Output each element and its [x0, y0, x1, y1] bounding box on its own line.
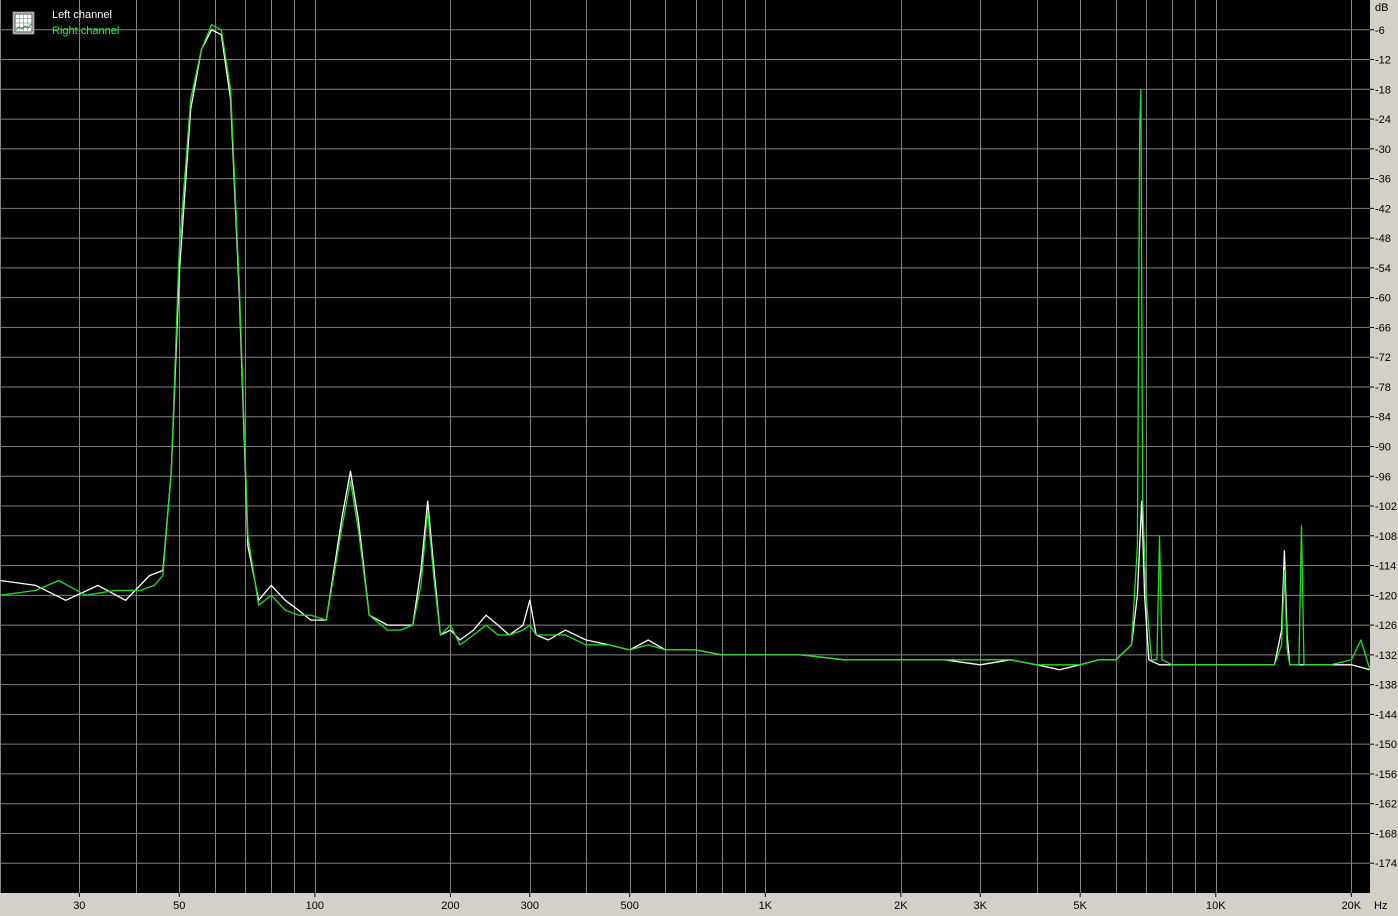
y-tick-label: -48 — [1375, 233, 1391, 245]
y-tick-label: -168 — [1375, 828, 1397, 840]
y-tick-label: -54 — [1375, 263, 1391, 275]
y-tick-label: -78 — [1375, 382, 1391, 394]
y-tick-label: -90 — [1375, 442, 1391, 454]
y-tick-label: -162 — [1375, 799, 1397, 811]
y-tick-label: -144 — [1375, 709, 1397, 721]
x-axis: 30 50 100 200 300 500 1K 2K 3K 5K 10K 20K — [73, 893, 1362, 912]
y-tick-label: -156 — [1375, 769, 1397, 781]
legend-right-channel: Right channel — [52, 25, 119, 37]
x-tick-label: 50 — [173, 900, 185, 912]
y-tick-label: -6 — [1375, 25, 1385, 37]
y-tick-label: -120 — [1375, 590, 1397, 602]
y-tick-label: -24 — [1375, 114, 1391, 126]
spectrum-chart: -6 -12 -18 -24 -30 -36 -42 -48 -54 -60 -66 -72 -78 -8… — [0, 0, 1397, 912]
y-tick-label: -174 — [1375, 858, 1397, 870]
x-tick-label: 5K — [1073, 900, 1087, 912]
x-axis-unit: Hz — [1374, 900, 1387, 912]
y-tick-label: -114 — [1375, 561, 1396, 573]
y-tick-label: -84 — [1375, 412, 1391, 424]
y-tick-label: -102 — [1375, 501, 1397, 513]
y-tick-label: -132 — [1375, 650, 1397, 662]
y-tick-label: -108 — [1375, 531, 1397, 543]
y-tick-label: -150 — [1375, 739, 1397, 751]
y-tick-label: -30 — [1375, 144, 1391, 156]
x-tick-label: 30 — [73, 900, 85, 912]
y-tick-label: -36 — [1375, 174, 1391, 186]
y-tick-label: -72 — [1375, 352, 1391, 364]
x-tick-label: 100 — [306, 900, 324, 912]
y-tick-label: -18 — [1375, 84, 1391, 96]
x-tick-label: 300 — [521, 900, 539, 912]
spectrum-icon[interactable] — [12, 11, 35, 35]
y-axis: -6 -12 -18 -24 -30 -36 -42 -48 -54 -60 -66 -72 -78 -8… — [1370, 25, 1397, 870]
y-tick-label: -60 — [1375, 293, 1391, 305]
y-tick-label: -126 — [1375, 620, 1397, 632]
y-tick-label: -12 — [1375, 55, 1391, 67]
x-tick-label: 2K — [894, 900, 908, 912]
x-tick-label: 3K — [973, 900, 987, 912]
x-tick-label: 500 — [621, 900, 639, 912]
y-axis-unit: dB — [1375, 2, 1388, 14]
x-tick-label: 20K — [1342, 900, 1362, 912]
x-tick-label: 200 — [441, 900, 459, 912]
x-tick-label: 10K — [1206, 900, 1226, 912]
x-tick-label: 1K — [759, 900, 773, 912]
y-tick-label: -138 — [1375, 680, 1397, 692]
y-tick-label: -96 — [1375, 471, 1391, 483]
legend-left-channel: Left channel — [52, 9, 112, 21]
y-tick-label: -66 — [1375, 322, 1391, 334]
y-tick-label: -42 — [1375, 203, 1391, 215]
